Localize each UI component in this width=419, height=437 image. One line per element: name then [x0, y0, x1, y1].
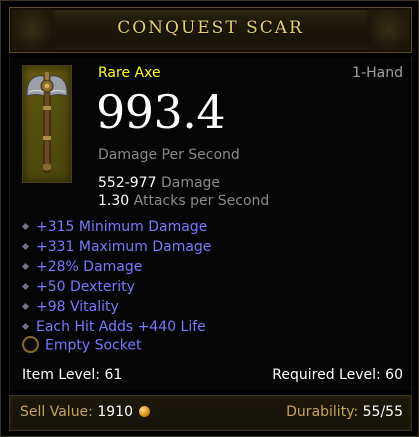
tooltip-footer: Sell Value: 1910 Durability: 55/55: [9, 395, 412, 431]
affix-item: +50 Dexterity: [20, 277, 211, 297]
bullet-icon: [21, 242, 30, 251]
bullet-icon: [21, 302, 30, 311]
damage-value: 552-977: [98, 175, 157, 191]
tooltip-header: CONQUEST SCAR: [9, 7, 412, 53]
damage-stat: 552-977 Damage: [98, 175, 220, 191]
affix-item: +331 Maximum Damage: [20, 237, 211, 257]
socket-label: Empty Socket: [45, 337, 142, 354]
empty-socket[interactable]: Empty Socket: [22, 336, 142, 354]
tooltip-body: Rare Axe 1-Hand 993.4 Damage Per Second …: [9, 57, 412, 391]
socket-icon: [22, 336, 39, 353]
bullet-icon: [21, 282, 30, 291]
bullet-icon: [21, 262, 30, 271]
item-name: CONQUEST SCAR: [117, 18, 304, 38]
sell-value: Sell Value: 1910: [20, 404, 150, 420]
bullet-icon: [21, 322, 30, 331]
gold-coin-icon: [139, 405, 150, 417]
item-slot-label: 1-Hand: [352, 65, 403, 81]
bullet-icon: [21, 222, 30, 231]
durability: Durability: 55/55: [286, 404, 403, 420]
dps-label: Damage Per Second: [98, 147, 240, 163]
required-level: Required Level: 60: [272, 367, 403, 383]
attack-speed-stat: 1.30 Attacks per Second: [98, 193, 269, 209]
item-type-label: Rare Axe: [98, 65, 161, 81]
item-icon-frame: [22, 65, 72, 183]
dps-value: 993.4: [96, 85, 226, 139]
affix-item: Each Hit Adds +440 Life: [20, 317, 211, 337]
affix-item: +98 Vitality: [20, 297, 211, 317]
affix-item: +28% Damage: [20, 257, 211, 277]
item-level: Item Level: 61: [22, 367, 123, 383]
affix-item: +315 Minimum Damage: [20, 217, 211, 237]
damage-label: Damage: [160, 175, 221, 191]
axe-icon: [26, 72, 68, 173]
attacks-value: 1.30: [98, 193, 130, 209]
item-tooltip: CONQUEST SCAR Rare Axe 1-Hand 993.4 Dama…: [0, 0, 419, 437]
attacks-label: Attacks per Second: [133, 193, 270, 209]
affix-list: +315 Minimum Damage +331 Maximum Damage …: [20, 217, 211, 337]
